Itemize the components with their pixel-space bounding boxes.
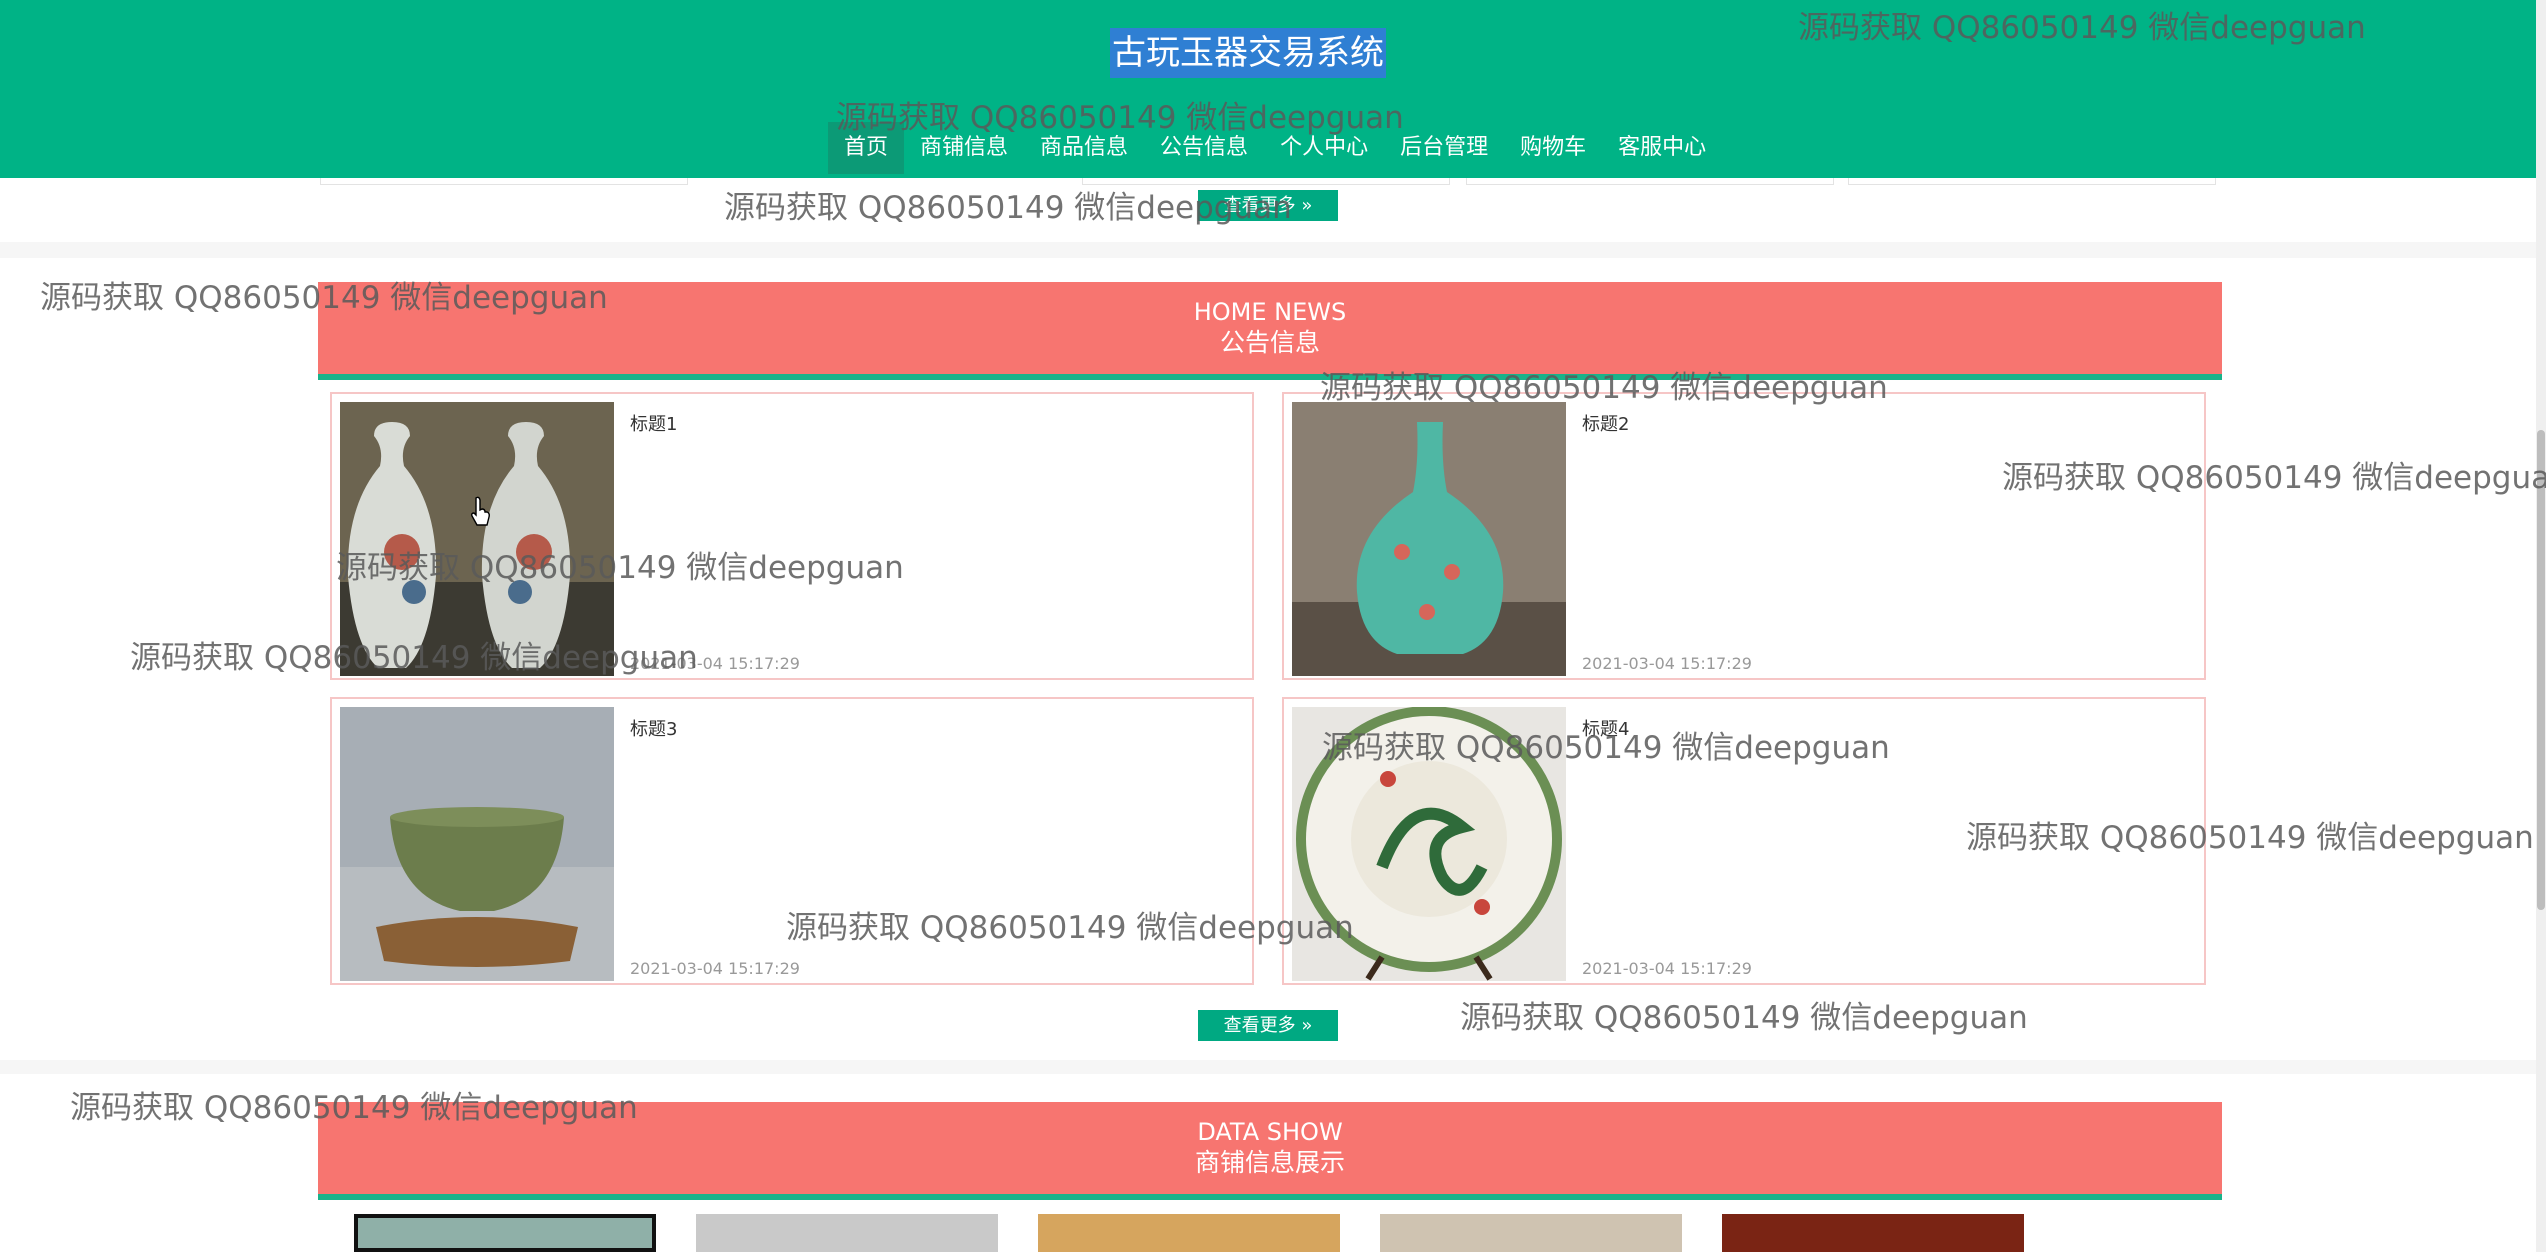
news-title[interactable]: 标题3 bbox=[630, 715, 677, 741]
watermark-text: 源码获取 QQ86050149 微信deepguan bbox=[836, 100, 1404, 136]
watermark-text: 源码获取 QQ86050149 微信deepguan bbox=[1320, 370, 1888, 406]
news-card[interactable]: 标题2 2021-03-04 15:17:29 bbox=[1282, 392, 2206, 680]
view-more-label: 查看更多 bbox=[1223, 1015, 1296, 1036]
double-chevron-right-icon: » bbox=[1301, 195, 1313, 216]
watermark-text: 源码获取 QQ86050149 微信deepguan bbox=[2002, 460, 2546, 496]
watermark-text: 源码获取 QQ86050149 微信deepguan bbox=[1798, 10, 2366, 46]
nav-cart[interactable]: 购物车 bbox=[1504, 122, 1602, 174]
news-title[interactable]: 标题2 bbox=[1582, 410, 1629, 436]
watermark-text: 源码获取 QQ86050149 微信deepguan bbox=[1322, 730, 1890, 766]
news-image-green-vase[interactable] bbox=[1292, 402, 1566, 676]
news-section-title-cn: 公告信息 bbox=[1219, 328, 1320, 357]
nav-customer-service[interactable]: 客服中心 bbox=[1602, 122, 1722, 174]
shop-image[interactable] bbox=[696, 1214, 998, 1252]
watermark-text: 源码获取 QQ86050149 微信deepguan bbox=[130, 640, 698, 676]
scrollbar-thumb[interactable] bbox=[2537, 430, 2545, 910]
shop-image[interactable] bbox=[354, 1214, 656, 1252]
view-more-button[interactable]: 查看更多 » bbox=[1198, 1010, 1338, 1041]
site-title: 古玩玉器交易系统 bbox=[1110, 28, 1386, 78]
shop-image[interactable] bbox=[1380, 1214, 1682, 1252]
hand-cursor-icon bbox=[471, 496, 490, 526]
product-card[interactable] bbox=[320, 178, 688, 185]
news-image-celadon-bowl[interactable] bbox=[340, 707, 614, 981]
news-title[interactable]: 标题1 bbox=[630, 410, 677, 436]
news-date: 2021-03-04 15:17:29 bbox=[1582, 654, 1752, 673]
double-chevron-right-icon: » bbox=[1301, 1015, 1313, 1036]
product-card[interactable] bbox=[1466, 178, 1834, 185]
shop-section-title-cn: 商铺信息展示 bbox=[1194, 1148, 1345, 1177]
product-card[interactable] bbox=[1848, 178, 2216, 185]
shop-image[interactable] bbox=[1038, 1214, 1340, 1252]
watermark-text: 源码获取 QQ86050149 微信deepguan bbox=[1460, 1000, 2028, 1036]
watermark-text: 源码获取 QQ86050149 微信deepguan bbox=[70, 1090, 638, 1126]
watermark-text: 源码获取 QQ86050149 微信deepguan bbox=[786, 910, 1354, 946]
watermark-text: 源码获取 QQ86050149 微信deepguan bbox=[724, 190, 1292, 226]
news-date: 2021-03-04 15:17:29 bbox=[1582, 959, 1752, 978]
watermark-text: 源码获取 QQ86050149 微信deepguan bbox=[336, 550, 904, 586]
watermark-text: 源码获取 QQ86050149 微信deepguan bbox=[1966, 820, 2534, 856]
shop-image[interactable] bbox=[1722, 1214, 2024, 1252]
watermark-text: 源码获取 QQ86050149 微信deepguan bbox=[40, 280, 608, 316]
news-date: 2021-03-04 15:17:29 bbox=[630, 959, 800, 978]
